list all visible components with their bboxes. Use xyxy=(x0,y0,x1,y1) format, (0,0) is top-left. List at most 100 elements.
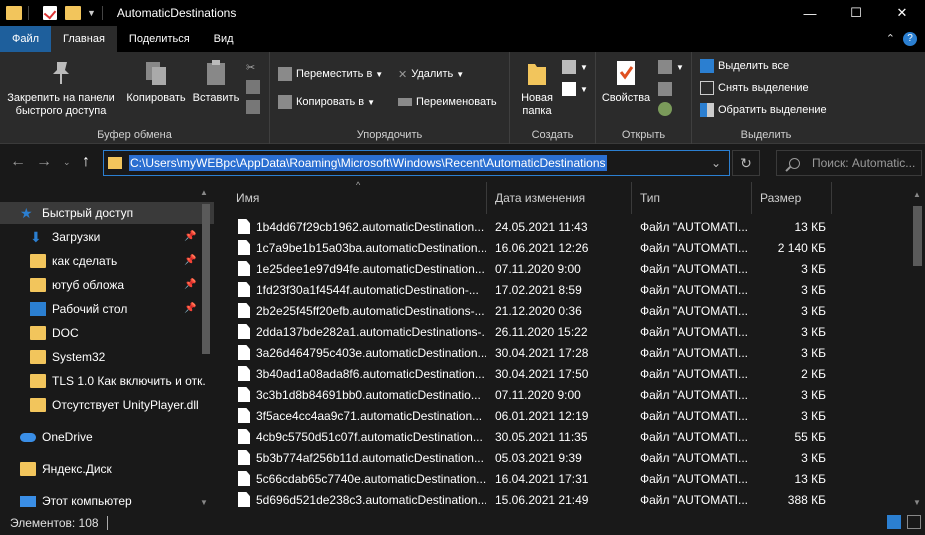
scroll-up-arrow[interactable]: ▲ xyxy=(913,190,921,199)
sidebar-item-unityplayer[interactable]: Отсутствует UnityPlayer.dll xyxy=(0,394,199,416)
invert-selection-button[interactable]: Обратить выделение xyxy=(700,101,827,119)
chevron-down-icon: ▼ xyxy=(367,97,376,107)
minimize-button[interactable]: — xyxy=(787,0,833,26)
select-none-button[interactable]: Снять выделение xyxy=(700,79,809,97)
copy-to-icon xyxy=(278,95,292,109)
sidebar-item-tls[interactable]: TLS 1.0 Как включить и отк. xyxy=(0,370,206,392)
refresh-button[interactable]: ↻ xyxy=(732,150,760,176)
sidebar-item-kak-sdelat[interactable]: как сделать xyxy=(0,250,117,272)
scroll-down-arrow[interactable]: ▼ xyxy=(913,498,921,507)
history-button[interactable] xyxy=(658,100,676,118)
file-row[interactable]: 2dda137bde282a1.automaticDestinations-..… xyxy=(228,321,838,342)
up-button[interactable]: ↑ xyxy=(82,153,90,171)
file-row[interactable]: 1fd23f30a1f4544f.automaticDestination-..… xyxy=(228,279,838,300)
easy-access-button[interactable]: ▼ xyxy=(562,80,588,98)
open-button[interactable]: ▼ xyxy=(658,58,684,76)
column-header-name[interactable]: Имя xyxy=(228,182,487,214)
sidebar-item-label: System32 xyxy=(52,350,106,364)
new-item-button[interactable]: ▼ xyxy=(562,58,588,76)
search-box[interactable]: Поиск: Automatic... xyxy=(776,150,922,176)
new-folder-button[interactable]: Новая папка xyxy=(516,58,558,118)
select-all-button[interactable]: Выделить все xyxy=(700,57,789,75)
address-bar[interactable]: C:\Users\myWEBpc\AppData\Roaming\Microso… xyxy=(103,150,730,176)
pin-quick-access-button[interactable]: Закрепить на панели быстрого доступа xyxy=(2,58,120,118)
copy-path-button[interactable] xyxy=(246,78,264,96)
sidebar-item-yandex-disk[interactable]: Яндекс.Диск xyxy=(0,458,112,480)
sidebar-item-downloads[interactable]: ⬇ Загрузки xyxy=(0,226,100,248)
paste-shortcut-button[interactable] xyxy=(246,98,264,116)
file-row[interactable]: 1b4dd67f29cb1962.automaticDestination...… xyxy=(228,216,838,237)
pin-icon[interactable]: 📌 xyxy=(184,279,196,290)
pin-label-line1: Закрепить на панели xyxy=(7,92,115,104)
file-list-scrollbar[interactable]: ▲ ▼ xyxy=(910,186,925,510)
copy-button[interactable]: Копировать xyxy=(122,58,190,105)
sidebar-item-this-pc[interactable]: Этот компьютер xyxy=(0,490,132,512)
file-row[interactable]: 4cb9c5750d51c07f.automaticDestination...… xyxy=(228,426,838,447)
column-header-type[interactable]: Тип xyxy=(632,182,752,214)
forward-button[interactable]: → xyxy=(36,153,52,171)
sidebar-item-youtube-covers[interactable]: ютуб обложа xyxy=(0,274,124,296)
tab-file[interactable]: Файл xyxy=(0,26,52,52)
large-icons-view-button[interactable] xyxy=(907,515,921,529)
chevron-down-icon[interactable]: ⌄ xyxy=(711,156,721,170)
file-row[interactable]: 1e25dee1e97d94fe.automaticDestination...… xyxy=(228,258,838,279)
new-item-icon xyxy=(562,60,576,74)
delete-button[interactable]: ✕ Удалить ▼ xyxy=(398,65,464,83)
details-view-button[interactable] xyxy=(887,515,901,529)
chevron-down-icon: ▼ xyxy=(375,69,384,79)
file-icon xyxy=(238,345,250,360)
maximize-button[interactable]: ☐ xyxy=(833,0,879,26)
pin-icon[interactable]: 📌 xyxy=(184,255,196,266)
tab-view[interactable]: Вид xyxy=(202,26,246,52)
sidebar-item-desktop[interactable]: Рабочий стол xyxy=(0,298,127,320)
sidebar-item-quick-access[interactable]: ★ Быстрый доступ xyxy=(0,202,214,224)
pin-icon[interactable]: 📌 xyxy=(184,303,196,314)
tab-share[interactable]: Поделиться xyxy=(117,26,202,52)
new-folder-quick-icon[interactable] xyxy=(65,6,81,20)
cut-button[interactable]: ✂ xyxy=(246,58,255,76)
file-row[interactable]: 3f5ace4cc4aa9c71.automaticDestination...… xyxy=(228,405,838,426)
close-button[interactable]: ✕ xyxy=(879,0,925,26)
file-row[interactable]: 3b40ad1a08ada8f6.automaticDestination...… xyxy=(228,363,838,384)
file-list-scroll-thumb[interactable] xyxy=(913,206,922,266)
back-button[interactable]: ← xyxy=(10,153,26,171)
file-row[interactable]: 5d696d521de238c3.automaticDestination...… xyxy=(228,489,838,510)
chevron-up-icon[interactable]: ⌃ xyxy=(886,32,895,46)
file-name: 1fd23f30a1f4544f.automaticDestination-..… xyxy=(256,282,479,297)
scroll-down-arrow[interactable]: ▼ xyxy=(200,498,208,507)
file-row[interactable]: 3a26d464795c403e.automaticDestination...… xyxy=(228,342,838,363)
sidebar-item-onedrive[interactable]: OneDrive xyxy=(0,426,93,448)
file-row[interactable]: 5b3b774af256b11d.automaticDestination...… xyxy=(228,447,838,468)
file-row[interactable]: 2b2e25f45ff20efb.automaticDestinations-.… xyxy=(228,300,838,321)
chevron-down-icon[interactable]: ▼ xyxy=(87,8,96,18)
copy-to-button[interactable]: Копировать в ▼ xyxy=(278,93,375,111)
sidebar-scrollbar[interactable]: ▲ ▼ xyxy=(198,186,214,510)
file-row[interactable]: 1c7a9be1b15a03ba.automaticDestination...… xyxy=(228,237,838,258)
pin-icon[interactable]: 📌 xyxy=(184,231,196,242)
edit-button[interactable] xyxy=(658,80,676,98)
tab-home[interactable]: Главная xyxy=(51,26,117,52)
sidebar-scroll-thumb[interactable] xyxy=(202,204,210,354)
scroll-up-arrow[interactable]: ▲ xyxy=(200,188,208,197)
properties-quick-icon[interactable] xyxy=(43,6,57,20)
search-input[interactable]: Поиск: Automatic... xyxy=(812,156,915,170)
rename-button[interactable]: Переименовать xyxy=(398,93,497,111)
paste-button[interactable]: Вставить xyxy=(190,58,242,105)
help-icon[interactable]: ? xyxy=(903,32,917,46)
file-row[interactable]: 5c66cdab65c7740e.automaticDestination...… xyxy=(228,468,838,489)
easy-access-icon xyxy=(562,82,576,96)
properties-button[interactable]: Свойства xyxy=(600,58,652,105)
sidebar-item-doc[interactable]: DOC xyxy=(0,322,79,344)
file-row[interactable]: 3c3b1d8b84691bb0.automaticDestinatio... 0… xyxy=(228,384,838,405)
column-header-size[interactable]: Размер xyxy=(752,182,832,214)
recent-locations-button[interactable]: ⌄ xyxy=(63,157,71,168)
move-to-button[interactable]: Переместить в ▼ xyxy=(278,65,383,83)
address-path[interactable]: C:\Users\myWEBpc\AppData\Roaming\Microso… xyxy=(129,155,607,171)
folder-icon xyxy=(6,6,22,20)
clipboard-group: Закрепить на панели быстрого доступа Коп… xyxy=(0,52,270,144)
column-header-date[interactable]: Дата изменения xyxy=(487,182,632,214)
sidebar-item-system32[interactable]: System32 xyxy=(0,346,105,368)
sidebar-item-label: Загрузки xyxy=(52,230,101,244)
status-bar: Элементов: 108 xyxy=(0,510,925,535)
file-size: 388 КБ xyxy=(787,492,826,507)
